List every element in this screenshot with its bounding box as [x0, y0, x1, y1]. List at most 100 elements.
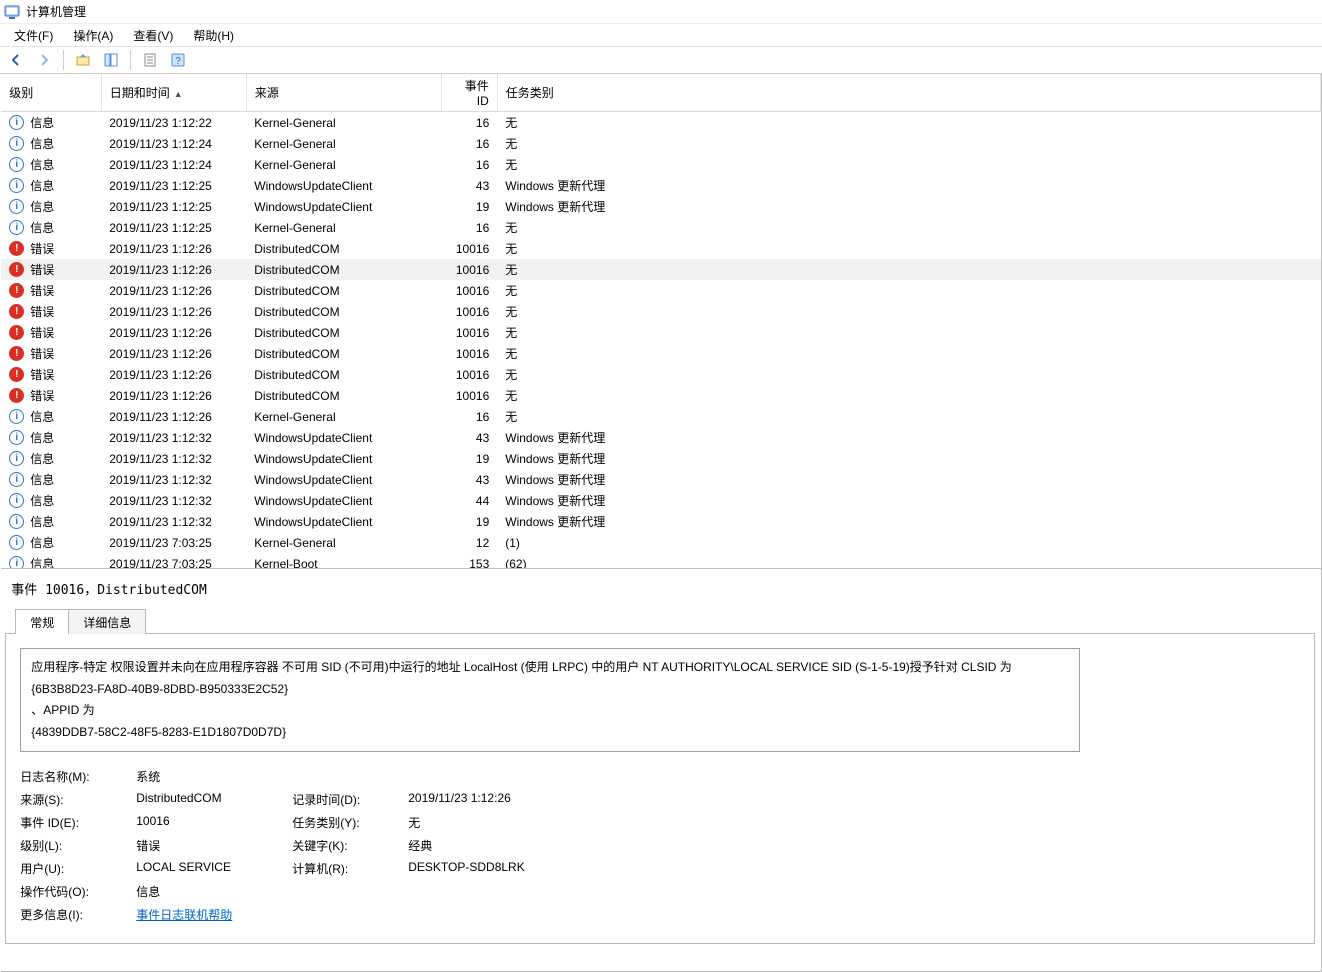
error-icon: !: [9, 241, 24, 256]
tab-general[interactable]: 常规: [15, 609, 69, 634]
col-header-datetime[interactable]: 日期和时间▲: [101, 74, 246, 112]
event-row[interactable]: !错误2019/11/23 1:12:26DistributedCOM10016…: [1, 343, 1320, 364]
menu-action[interactable]: 操作(A): [63, 25, 123, 46]
event-level-text: 信息: [30, 555, 54, 569]
properties-button[interactable]: [138, 49, 162, 71]
event-category: Windows 更新代理: [497, 196, 1320, 217]
event-id: 10016: [441, 280, 497, 301]
prop-value: DistributedCOM: [136, 791, 286, 808]
menu-help[interactable]: 帮助(H): [183, 25, 244, 46]
event-row[interactable]: i信息2019/11/23 1:12:24Kernel-General16无: [1, 154, 1320, 175]
event-category: Windows 更新代理: [497, 448, 1320, 469]
event-id: 19: [441, 196, 497, 217]
event-source: WindowsUpdateClient: [246, 175, 441, 196]
event-row[interactable]: i信息2019/11/23 1:12:32WindowsUpdateClient…: [1, 448, 1320, 469]
event-category: 无: [497, 301, 1320, 322]
event-level-text: 错误: [30, 324, 54, 341]
prop-value: 信息: [136, 883, 658, 900]
event-id: 44: [441, 490, 497, 511]
detail-tabs: 常规 详细信息: [5, 608, 1315, 634]
event-row[interactable]: i信息2019/11/23 1:12:32WindowsUpdateClient…: [1, 469, 1320, 490]
event-source: WindowsUpdateClient: [246, 427, 441, 448]
event-row[interactable]: i信息2019/11/23 1:12:26Kernel-General16无: [1, 406, 1320, 427]
event-row[interactable]: i信息2019/11/23 7:03:25Kernel-General12(1): [1, 532, 1320, 553]
event-row[interactable]: i信息2019/11/23 1:12:32WindowsUpdateClient…: [1, 511, 1320, 532]
event-row[interactable]: !错误2019/11/23 1:12:26DistributedCOM10016…: [1, 322, 1320, 343]
event-row[interactable]: !错误2019/11/23 1:12:26DistributedCOM10016…: [1, 238, 1320, 259]
nav-forward-button[interactable]: [32, 49, 56, 71]
error-icon: !: [9, 346, 24, 361]
event-datetime: 2019/11/23 7:03:25: [101, 553, 246, 569]
help-button[interactable]: ?: [166, 49, 190, 71]
event-datetime: 2019/11/23 1:12:26: [101, 364, 246, 385]
event-row[interactable]: !错误2019/11/23 1:12:26DistributedCOM10016…: [1, 364, 1320, 385]
prop-label: 关键字(K):: [292, 837, 402, 854]
event-datetime: 2019/11/23 7:03:25: [101, 532, 246, 553]
event-id: 10016: [441, 343, 497, 364]
info-icon: i: [9, 493, 24, 508]
menu-view[interactable]: 查看(V): [123, 25, 183, 46]
event-row[interactable]: i信息2019/11/23 1:12:22Kernel-General16无: [1, 112, 1320, 134]
event-row[interactable]: i信息2019/11/23 1:12:25WindowsUpdateClient…: [1, 196, 1320, 217]
event-list[interactable]: 级别 日期和时间▲ 来源 事件 ID 任务类别 i信息2019/11/23 1:…: [1, 74, 1321, 569]
event-datetime: 2019/11/23 1:12:26: [101, 280, 246, 301]
col-header-event-id[interactable]: 事件 ID: [441, 74, 497, 112]
event-datetime: 2019/11/23 1:12:25: [101, 196, 246, 217]
event-level-text: 信息: [30, 450, 54, 467]
event-level-text: 信息: [30, 408, 54, 425]
event-detail-pane: 事件 10016，DistributedCOM 常规 详细信息 应用程序-特定 …: [1, 569, 1321, 971]
event-row[interactable]: !错误2019/11/23 1:12:26DistributedCOM10016…: [1, 385, 1320, 406]
navigation-tree[interactable]: ▾计算机管理(本地) ▾系统工具 ▸任务计划程序 ▾事件查看器 ▸自定义视图 ▾…: [0, 74, 1, 972]
info-icon: i: [9, 115, 24, 130]
col-header-source[interactable]: 来源: [246, 74, 441, 112]
event-row[interactable]: !错误2019/11/23 1:12:26DistributedCOM10016…: [1, 259, 1320, 280]
event-row[interactable]: i信息2019/11/23 1:12:25WindowsUpdateClient…: [1, 175, 1320, 196]
event-level-text: 信息: [30, 177, 54, 194]
event-source: DistributedCOM: [246, 259, 441, 280]
event-row[interactable]: i信息2019/11/23 7:03:25Kernel-Boot153(62): [1, 553, 1320, 569]
event-id: 10016: [441, 259, 497, 280]
event-datetime: 2019/11/23 1:12:32: [101, 469, 246, 490]
prop-value: LOCAL SERVICE: [136, 860, 286, 877]
event-source: WindowsUpdateClient: [246, 196, 441, 217]
show-hide-button[interactable]: [99, 49, 123, 71]
event-datetime: 2019/11/23 1:12:24: [101, 154, 246, 175]
svg-text:?: ?: [175, 56, 181, 67]
event-id: 16: [441, 217, 497, 238]
event-id: 16: [441, 133, 497, 154]
event-datetime: 2019/11/23 1:12:26: [101, 301, 246, 322]
event-row[interactable]: i信息2019/11/23 1:12:25Kernel-General16无: [1, 217, 1320, 238]
event-source: DistributedCOM: [246, 238, 441, 259]
col-header-level[interactable]: 级别: [1, 74, 101, 112]
event-source: Kernel-General: [246, 532, 441, 553]
event-datetime: 2019/11/23 1:12:32: [101, 490, 246, 511]
event-row[interactable]: i信息2019/11/23 1:12:32WindowsUpdateClient…: [1, 490, 1320, 511]
event-level-text: 信息: [30, 198, 54, 215]
event-source: Kernel-General: [246, 133, 441, 154]
event-category: 无: [497, 280, 1320, 301]
error-icon: !: [9, 262, 24, 277]
menu-file[interactable]: 文件(F): [4, 25, 63, 46]
event-row[interactable]: !错误2019/11/23 1:12:26DistributedCOM10016…: [1, 280, 1320, 301]
info-icon: i: [9, 535, 24, 550]
event-datetime: 2019/11/23 1:12:26: [101, 322, 246, 343]
event-description: 应用程序-特定 权限设置并未向在应用程序容器 不可用 SID (不可用)中运行的…: [20, 648, 1080, 752]
online-help-link[interactable]: 事件日志联机帮助: [136, 908, 232, 922]
error-icon: !: [9, 367, 24, 382]
event-category: Windows 更新代理: [497, 490, 1320, 511]
event-category: 无: [497, 343, 1320, 364]
tab-details[interactable]: 详细信息: [68, 609, 146, 634]
error-icon: !: [9, 283, 24, 298]
event-level-text: 信息: [30, 471, 54, 488]
up-level-button[interactable]: [71, 49, 95, 71]
event-category: 无: [497, 112, 1320, 134]
event-level-text: 信息: [30, 513, 54, 530]
event-row[interactable]: !错误2019/11/23 1:12:26DistributedCOM10016…: [1, 301, 1320, 322]
event-row[interactable]: i信息2019/11/23 1:12:32WindowsUpdateClient…: [1, 427, 1320, 448]
event-datetime: 2019/11/23 1:12:32: [101, 511, 246, 532]
prop-value: 10016: [136, 814, 286, 831]
menu-bar: 文件(F) 操作(A) 查看(V) 帮助(H): [0, 24, 1322, 46]
event-row[interactable]: i信息2019/11/23 1:12:24Kernel-General16无: [1, 133, 1320, 154]
nav-back-button[interactable]: [4, 49, 28, 71]
col-header-category[interactable]: 任务类别: [497, 74, 1320, 112]
